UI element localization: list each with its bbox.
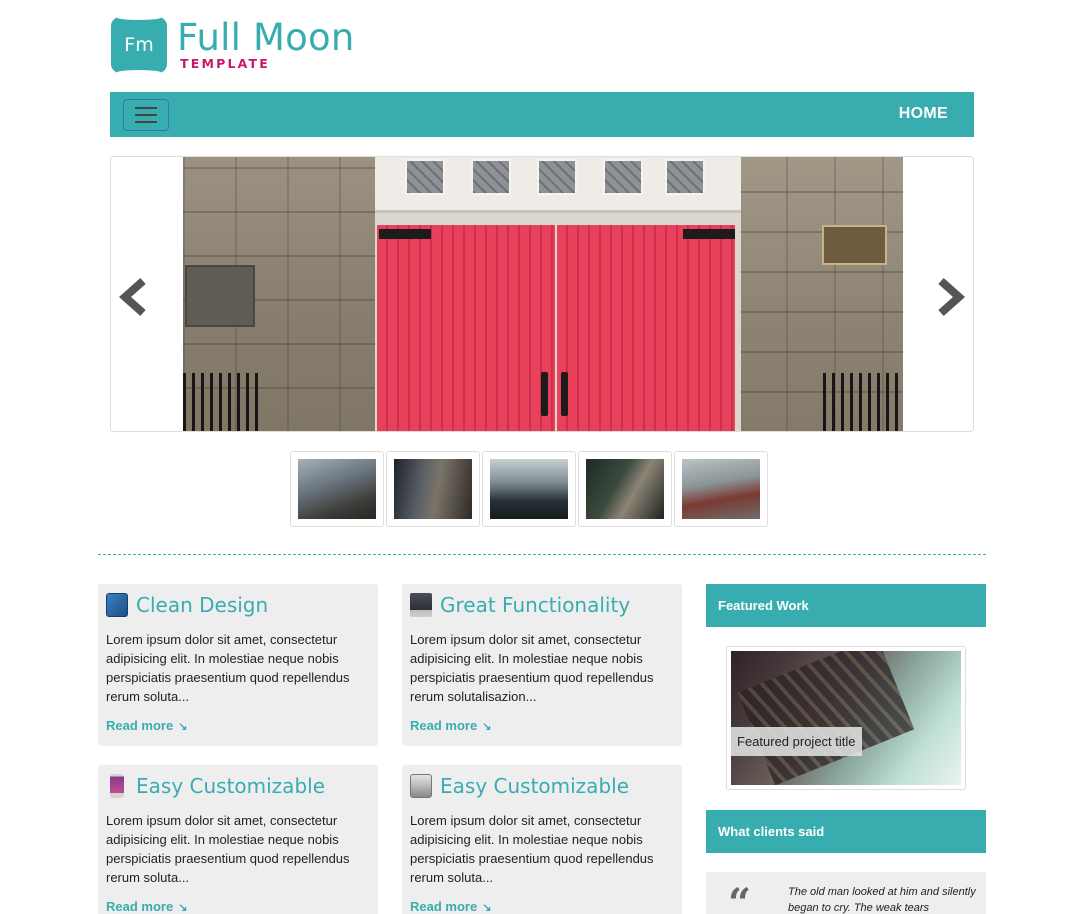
- image-slider: [110, 156, 974, 432]
- red-door-left: [377, 225, 555, 431]
- red-door-right: [557, 225, 735, 431]
- thumbnail-image: [394, 459, 472, 519]
- arrow-down-right-icon: ↘: [482, 721, 492, 733]
- card-body: Lorem ipsum dolor sit amet, consectetur …: [410, 813, 654, 885]
- window-pane: [665, 159, 705, 195]
- slider-thumbnails: [290, 451, 768, 527]
- arrow-down-right-icon: ↘: [178, 902, 188, 914]
- read-more-link[interactable]: Read more ↘: [410, 718, 491, 733]
- stair-railing: [183, 373, 263, 431]
- card-body: Lorem ipsum dolor sit amet, consectetur …: [410, 632, 654, 704]
- monitor-icon: [410, 593, 432, 617]
- card-title: Easy Customizable: [440, 774, 629, 798]
- nav-home-link[interactable]: HOME: [899, 105, 948, 123]
- thumbnail-2[interactable]: [386, 451, 480, 527]
- main-navbar: HOME: [110, 92, 974, 137]
- door-arch-window: [375, 157, 741, 213]
- hamburger-line: [135, 114, 157, 116]
- section-divider: [98, 554, 986, 555]
- window-pane: [471, 159, 511, 195]
- feature-card: Easy Customizable Lorem ipsum dolor sit …: [98, 765, 378, 914]
- door-hinge: [379, 229, 431, 239]
- read-more-link[interactable]: Read more ↘: [410, 899, 491, 914]
- thumbnail-image: [490, 459, 568, 519]
- thumbnail-4[interactable]: [578, 451, 672, 527]
- feature-card: Great Functionality Lorem ipsum dolor si…: [402, 584, 682, 746]
- clients-heading: What clients said: [706, 810, 986, 853]
- door-handle: [541, 372, 548, 416]
- card-header: Easy Customizable: [410, 773, 674, 799]
- site-logo[interactable]: Fm Full Moon TEMPLATE: [111, 15, 355, 75]
- hamburger-line: [135, 107, 157, 109]
- door-handle: [561, 372, 568, 416]
- phone-icon: [110, 774, 124, 798]
- card-title: Great Functionality: [440, 593, 631, 617]
- read-more-label: Read more: [106, 899, 174, 914]
- chevron-left-icon[interactable]: [115, 275, 151, 319]
- read-more-label: Read more: [410, 899, 478, 914]
- card-body: Lorem ipsum dolor sit amet, consectetur …: [106, 632, 350, 704]
- feature-card: Easy Customizable Lorem ipsum dolor sit …: [402, 765, 682, 914]
- testimonial: “ The old man looked at him and silently…: [706, 872, 986, 914]
- read-more-label: Read more: [106, 718, 174, 733]
- featured-work-image: Featured project title: [731, 651, 961, 785]
- thumbnail-3[interactable]: [482, 451, 576, 527]
- thumbnail-5[interactable]: [674, 451, 768, 527]
- featured-work-heading: Featured Work: [706, 584, 986, 627]
- card-body: Lorem ipsum dolor sit amet, consectetur …: [106, 813, 350, 885]
- quote-icon: “: [728, 880, 752, 914]
- hamburger-line: [135, 121, 157, 123]
- read-more-link[interactable]: Read more ↘: [106, 899, 187, 914]
- card-title: Clean Design: [136, 593, 269, 617]
- read-more-label: Read more: [410, 718, 478, 733]
- wall-plaque: [822, 225, 887, 265]
- chevron-right-icon[interactable]: [933, 275, 969, 319]
- stair-railing: [823, 373, 903, 431]
- door-hinge: [683, 229, 735, 239]
- window-pane: [405, 159, 445, 195]
- logo-text: Full Moon TEMPLATE: [177, 15, 355, 71]
- slide-image: [183, 157, 903, 431]
- wall-plaque-left: [185, 265, 255, 327]
- address-book-icon: [106, 593, 128, 617]
- featured-project-caption: Featured project title: [731, 727, 862, 756]
- thumbnail-image: [586, 459, 664, 519]
- thumbnail-image: [298, 459, 376, 519]
- arrow-down-right-icon: ↘: [178, 721, 188, 733]
- card-header: Great Functionality: [410, 592, 674, 618]
- testimonial-text: The old man looked at him and silently b…: [788, 886, 976, 914]
- thumbnail-image: [682, 459, 760, 519]
- window-pane: [537, 159, 577, 195]
- card-header: Clean Design: [106, 592, 370, 618]
- card-title: Easy Customizable: [136, 774, 325, 798]
- feature-card: Clean Design Lorem ipsum dolor sit amet,…: [98, 584, 378, 746]
- thumbnail-1[interactable]: [290, 451, 384, 527]
- window-pane: [603, 159, 643, 195]
- read-more-link[interactable]: Read more ↘: [106, 718, 187, 733]
- hamburger-icon[interactable]: [123, 99, 169, 131]
- logo-badge-text: Fm: [124, 34, 154, 56]
- arrow-down-right-icon: ↘: [482, 902, 492, 914]
- logo-title: Full Moon: [177, 15, 355, 59]
- card-header: Easy Customizable: [106, 773, 370, 799]
- hard-drive-icon: [410, 774, 432, 798]
- featured-work-item[interactable]: Featured project title: [726, 646, 966, 790]
- logo-badge: Fm: [111, 15, 167, 75]
